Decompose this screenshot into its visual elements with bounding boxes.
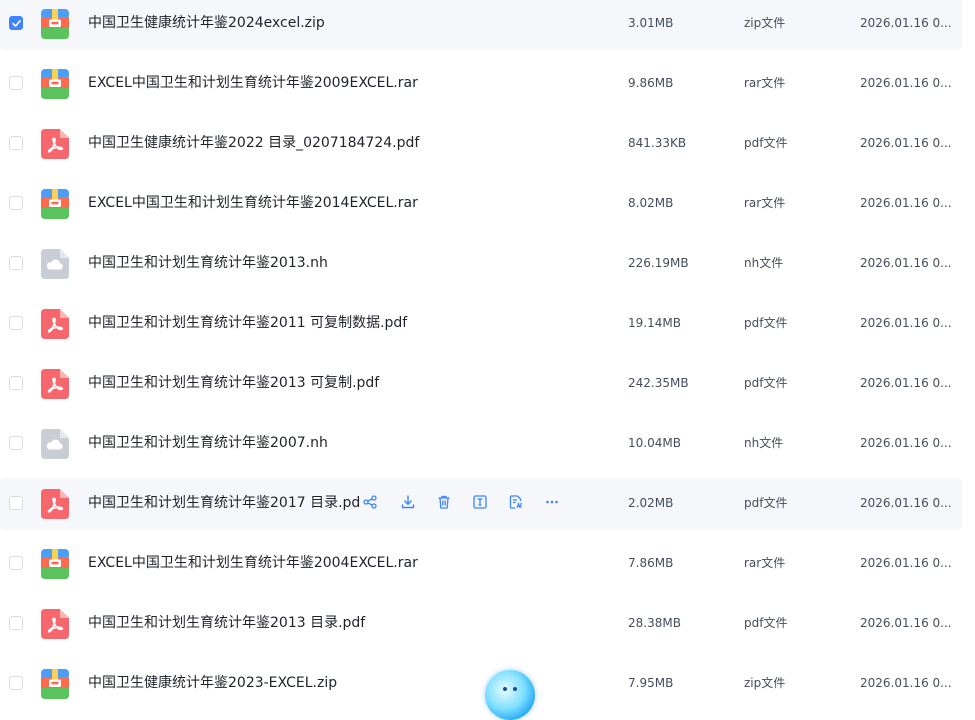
file-size: 242.35MB [628, 376, 689, 390]
file-date: 2026.01.16 0... [860, 316, 952, 330]
file-name[interactable]: 中国卫生和计划生育统计年鉴2007.nh [88, 433, 328, 453]
file-date: 2026.01.16 0... [860, 196, 952, 210]
file-date: 2026.01.16 0... [860, 376, 952, 390]
row-checkbox[interactable] [9, 556, 23, 570]
cloud-file-icon [41, 429, 69, 459]
file-name[interactable]: EXCEL中国卫生和计划生育统计年鉴2014EXCEL.rar [88, 193, 418, 213]
file-size: 7.86MB [628, 556, 674, 570]
file-row[interactable]: 中国卫生和计划生育统计年鉴2013 目录.pdf 28.38MB pdf文件 2… [0, 598, 962, 650]
more-icon[interactable] [544, 494, 560, 510]
row-checkbox[interactable] [9, 76, 23, 90]
download-icon[interactable] [400, 494, 416, 510]
file-date: 2026.01.16 0... [860, 676, 952, 690]
file-type: pdf文件 [744, 496, 788, 510]
row-checkbox[interactable] [9, 16, 23, 30]
delete-icon[interactable] [436, 494, 452, 510]
file-type: pdf文件 [744, 316, 788, 330]
file-date: 2026.01.16 0... [860, 76, 952, 90]
row-checkbox[interactable] [9, 496, 23, 510]
file-type: rar文件 [744, 76, 786, 90]
file-row[interactable]: 中国卫生和计划生育统计年鉴2013 可复制.pdf 242.35MB pdf文件… [0, 358, 962, 410]
row-checkbox[interactable] [9, 676, 23, 690]
row-checkbox[interactable] [9, 316, 23, 330]
file-date: 2026.01.16 0... [860, 16, 952, 30]
file-date: 2026.01.16 0... [860, 496, 952, 510]
file-type: pdf文件 [744, 616, 788, 630]
file-row[interactable]: 中国卫生健康统计年鉴2023-EXCEL.zip 7.95MB zip文件 20… [0, 658, 962, 710]
assistant-eye-icon [513, 687, 517, 691]
pdf-icon [41, 309, 69, 339]
file-size: 10.04MB [628, 436, 681, 450]
file-name[interactable]: 中国卫生健康统计年鉴2023-EXCEL.zip [88, 673, 337, 693]
checkmark-icon [12, 20, 21, 27]
file-type: nh文件 [744, 436, 784, 450]
file-size: 841.33KB [628, 136, 687, 150]
file-name[interactable]: EXCEL中国卫生和计划生育统计年鉴2004EXCEL.rar [88, 553, 418, 573]
file-list: 中国卫生健康统计年鉴2024excel.zip 3.01MB zip文件 202… [0, 0, 962, 710]
file-row[interactable]: 中国卫生和计划生育统计年鉴2017 目录.pd 2.02MB pdf文件 202… [0, 478, 962, 530]
file-type: rar文件 [744, 556, 786, 570]
file-type: rar文件 [744, 196, 786, 210]
file-date: 2026.01.16 0... [860, 256, 952, 270]
open-with-icon[interactable] [508, 494, 524, 510]
pdf-icon [41, 609, 69, 639]
file-type: pdf文件 [744, 136, 788, 150]
file-date: 2026.01.16 0... [860, 556, 952, 570]
cloud-file-icon [41, 249, 69, 279]
file-date: 2026.01.16 0... [860, 136, 952, 150]
archive-icon [41, 669, 69, 699]
archive-icon [41, 69, 69, 99]
pdf-icon [41, 489, 69, 519]
file-row[interactable]: 中国卫生健康统计年鉴2024excel.zip 3.01MB zip文件 202… [0, 0, 962, 50]
archive-icon [41, 549, 69, 579]
file-type: zip文件 [744, 16, 786, 30]
row-checkbox[interactable] [9, 196, 23, 210]
row-checkbox[interactable] [9, 616, 23, 630]
assistant-bubble-icon[interactable] [485, 670, 535, 720]
file-size: 9.86MB [628, 76, 674, 90]
row-checkbox[interactable] [9, 436, 23, 450]
archive-icon [41, 9, 69, 39]
file-name[interactable]: 中国卫生和计划生育统计年鉴2011 可复制数据.pdf [88, 313, 407, 333]
file-row[interactable]: EXCEL中国卫生和计划生育统计年鉴2014EXCEL.rar 8.02MB r… [0, 178, 962, 230]
row-checkbox[interactable] [9, 136, 23, 150]
file-row[interactable]: 中国卫生和计划生育统计年鉴2011 可复制数据.pdf 19.14MB pdf文… [0, 298, 962, 350]
file-row[interactable]: 中国卫生和计划生育统计年鉴2007.nh 10.04MB nh文件 2026.0… [0, 418, 962, 470]
rename-icon[interactable] [472, 494, 488, 510]
row-checkbox[interactable] [9, 256, 23, 270]
assistant-eye-icon [503, 687, 507, 691]
pdf-icon [41, 129, 69, 159]
file-size: 19.14MB [628, 316, 681, 330]
file-type: zip文件 [744, 676, 786, 690]
file-name[interactable]: 中国卫生健康统计年鉴2024excel.zip [88, 13, 325, 33]
file-size: 226.19MB [628, 256, 689, 270]
row-checkbox[interactable] [9, 376, 23, 390]
file-row[interactable]: 中国卫生和计划生育统计年鉴2013.nh 226.19MB nh文件 2026.… [0, 238, 962, 290]
file-size: 3.01MB [628, 16, 674, 30]
file-row[interactable]: 中国卫生健康统计年鉴2022 目录_0207184724.pdf 841.33K… [0, 118, 962, 170]
file-size: 7.95MB [628, 676, 674, 690]
file-name[interactable]: 中国卫生和计划生育统计年鉴2017 目录.pd [88, 493, 360, 513]
file-size: 2.02MB [628, 496, 674, 510]
file-name[interactable]: 中国卫生健康统计年鉴2022 目录_0207184724.pdf [88, 133, 419, 153]
share-icon[interactable] [362, 494, 378, 510]
file-row[interactable]: EXCEL中国卫生和计划生育统计年鉴2009EXCEL.rar 9.86MB r… [0, 58, 962, 110]
file-date: 2026.01.16 0... [860, 616, 952, 630]
file-name[interactable]: 中国卫生和计划生育统计年鉴2013.nh [88, 253, 328, 273]
archive-icon [41, 189, 69, 219]
file-name[interactable]: EXCEL中国卫生和计划生育统计年鉴2009EXCEL.rar [88, 73, 418, 93]
file-name[interactable]: 中国卫生和计划生育统计年鉴2013 可复制.pdf [88, 373, 379, 393]
file-row[interactable]: EXCEL中国卫生和计划生育统计年鉴2004EXCEL.rar 7.86MB r… [0, 538, 962, 590]
file-type: nh文件 [744, 256, 784, 270]
file-type: pdf文件 [744, 376, 788, 390]
file-date: 2026.01.16 0... [860, 436, 952, 450]
file-size: 8.02MB [628, 196, 674, 210]
file-name[interactable]: 中国卫生和计划生育统计年鉴2013 目录.pdf [88, 613, 365, 633]
file-size: 28.38MB [628, 616, 681, 630]
pdf-icon [41, 369, 69, 399]
